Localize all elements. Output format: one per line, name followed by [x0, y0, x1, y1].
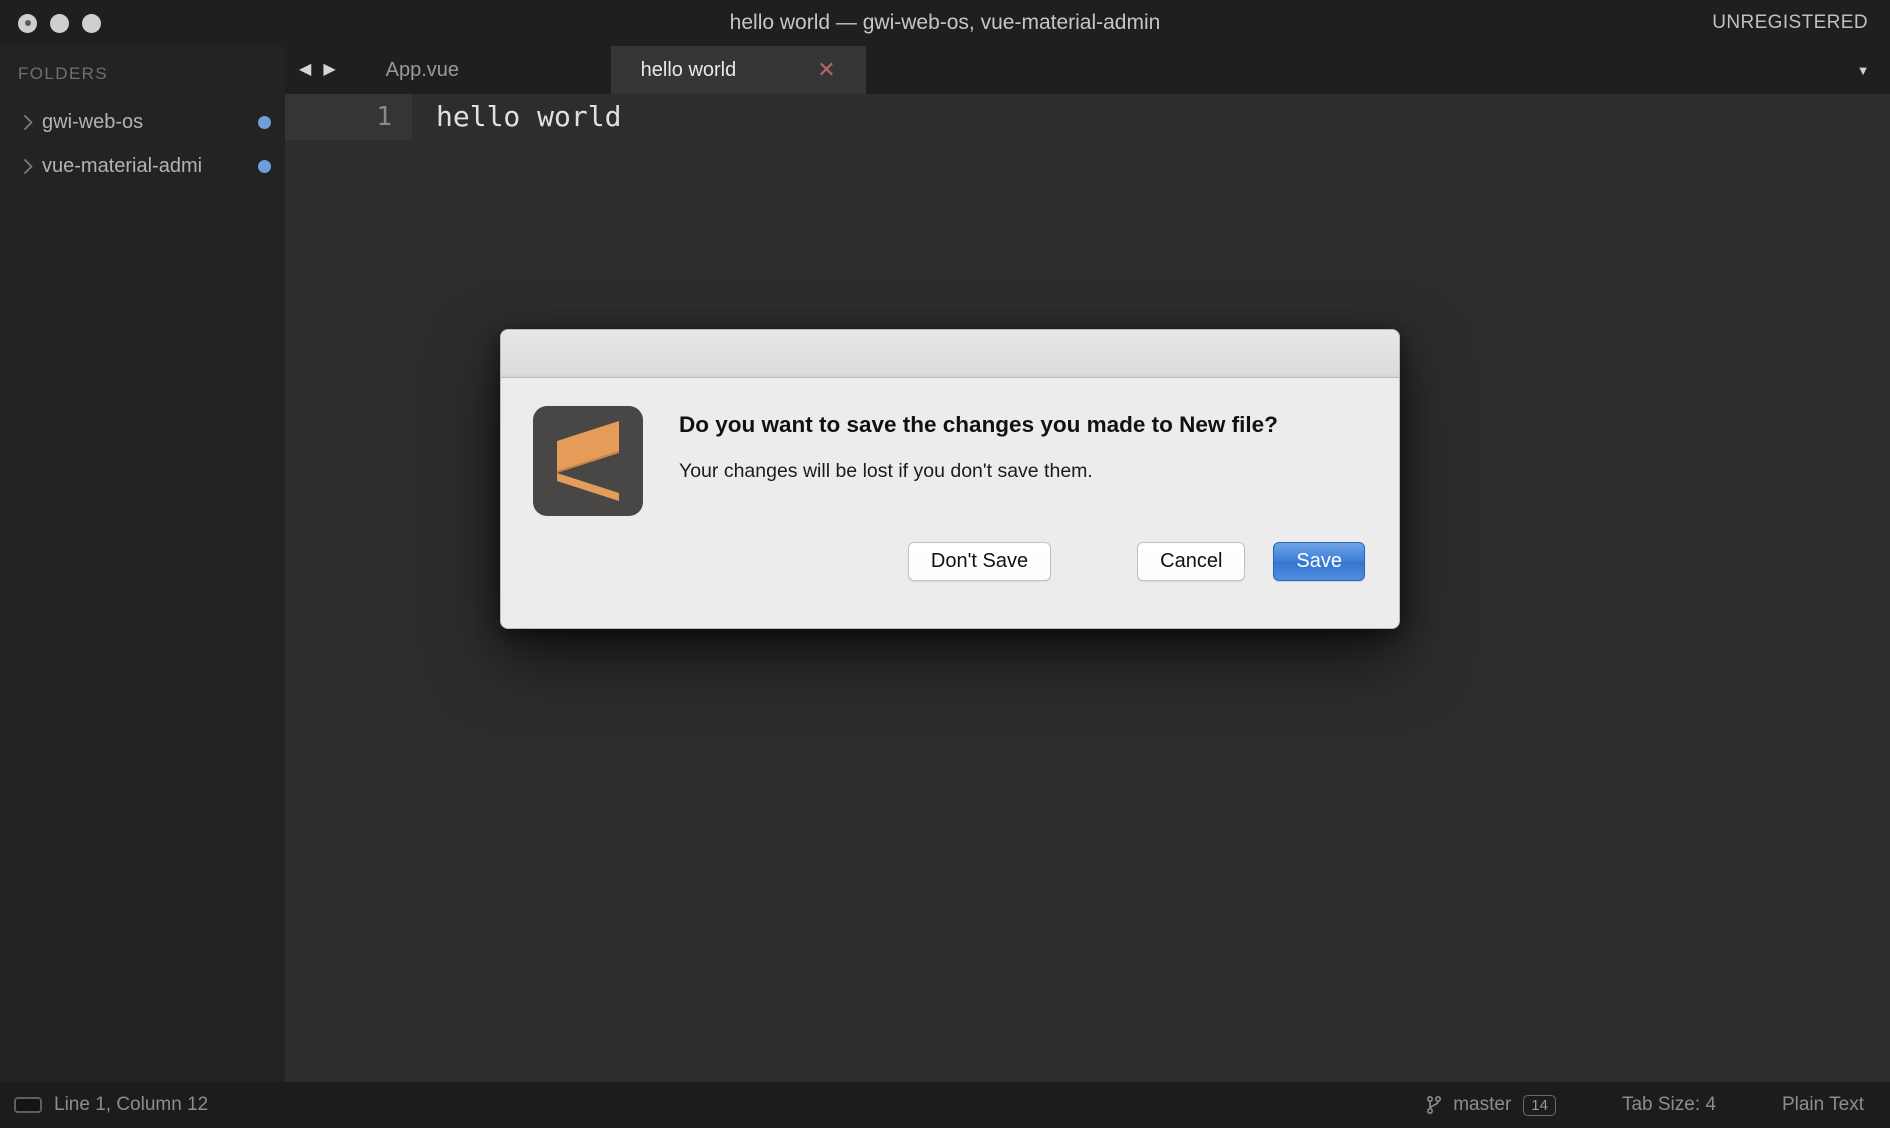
sublime-text-window: hello world — gwi-web-os, vue-material-a…: [0, 0, 1890, 1128]
folder-status-dot-icon: [258, 159, 271, 173]
close-tab-icon[interactable]: ✕: [817, 59, 835, 81]
tab-label: hello world: [640, 58, 737, 81]
dont-save-button[interactable]: Don't Save: [907, 542, 1052, 581]
close-window-button[interactable]: [18, 13, 37, 33]
syntax-label: Plain Text: [1781, 1094, 1864, 1115]
tab-bar: ◀ ▶ App.vue hello world ✕ ▼: [285, 46, 1890, 94]
branch-name-label: master: [1453, 1094, 1512, 1115]
tab-hello-world[interactable]: hello world ✕: [610, 46, 866, 94]
zoom-window-button[interactable]: [82, 13, 101, 33]
folder-list: gwi-web-os vue-material-admi: [0, 100, 285, 188]
dialog-title: Do you want to save the changes you made…: [679, 412, 1278, 437]
tab-label: App.vue: [385, 58, 460, 81]
keyboard-icon: [14, 1097, 42, 1113]
chevron-right-icon[interactable]: [18, 114, 38, 130]
git-branch-icon: [1427, 1095, 1442, 1115]
nav-prev-icon[interactable]: ◀: [299, 62, 311, 78]
sidebar-item-gwi-web-os[interactable]: gwi-web-os: [0, 100, 285, 144]
save-changes-dialog: Do you want to save the changes you made…: [500, 329, 1400, 629]
traffic-lights: [18, 13, 101, 33]
window-titlebar: hello world — gwi-web-os, vue-material-a…: [0, 0, 1890, 46]
sidebar-header-folders: FOLDERS: [18, 64, 109, 83]
tab-overflow-chevron-down-icon[interactable]: ▼: [1836, 46, 1890, 94]
dialog-subtitle: Your changes will be lost if you don't s…: [679, 459, 1093, 482]
save-button[interactable]: Save: [1273, 542, 1365, 581]
sidebar-item-vue-material-admin[interactable]: vue-material-admi: [0, 144, 285, 188]
tab-navigation-arrows: ◀ ▶: [285, 46, 356, 94]
cursor-position-label: Line 1, Column 12: [54, 1094, 209, 1115]
status-bar: Line 1, Column 12 master 14 Tab Size: 4 …: [0, 1082, 1890, 1128]
code-line-text[interactable]: hello world: [412, 94, 621, 140]
dialog-body: Do you want to save the changes you made…: [501, 378, 1399, 516]
tab-app-vue[interactable]: App.vue: [356, 46, 611, 94]
close-dot-icon: [24, 20, 31, 26]
status-branch[interactable]: master 14: [1427, 1094, 1556, 1116]
status-tab-size[interactable]: Tab Size: 4: [1622, 1094, 1716, 1116]
tab-size-label: Tab Size: 4: [1621, 1094, 1716, 1115]
nav-next-icon[interactable]: ▶: [323, 62, 335, 78]
folder-label: vue-material-admi: [42, 154, 203, 177]
dialog-titlebar: [501, 330, 1399, 378]
folder-label: gwi-web-os: [42, 110, 144, 133]
sidebar: FOLDERS gwi-web-os vue-material-admi: [0, 46, 285, 1082]
sublime-text-icon: [533, 406, 643, 516]
code-line: 1 hello world: [285, 94, 1890, 140]
chevron-right-icon[interactable]: [18, 158, 38, 174]
status-cursor-group: Line 1, Column 12: [0, 1094, 208, 1116]
line-number: 1: [285, 94, 412, 140]
tab-bar-spacer: [866, 46, 1836, 94]
cancel-button[interactable]: Cancel: [1137, 542, 1246, 581]
minimize-window-button[interactable]: [50, 13, 69, 33]
folder-status-dot-icon: [258, 115, 271, 129]
window-title: hello world — gwi-web-os, vue-material-a…: [729, 11, 1161, 34]
dialog-button-row: Don't Save Cancel Save: [501, 516, 1399, 581]
branch-change-count-badge: 14: [1523, 1094, 1556, 1116]
license-status-label: UNREGISTERED: [1712, 12, 1868, 33]
status-syntax[interactable]: Plain Text: [1782, 1094, 1864, 1116]
dialog-text-block: Do you want to save the changes you made…: [679, 406, 1365, 516]
